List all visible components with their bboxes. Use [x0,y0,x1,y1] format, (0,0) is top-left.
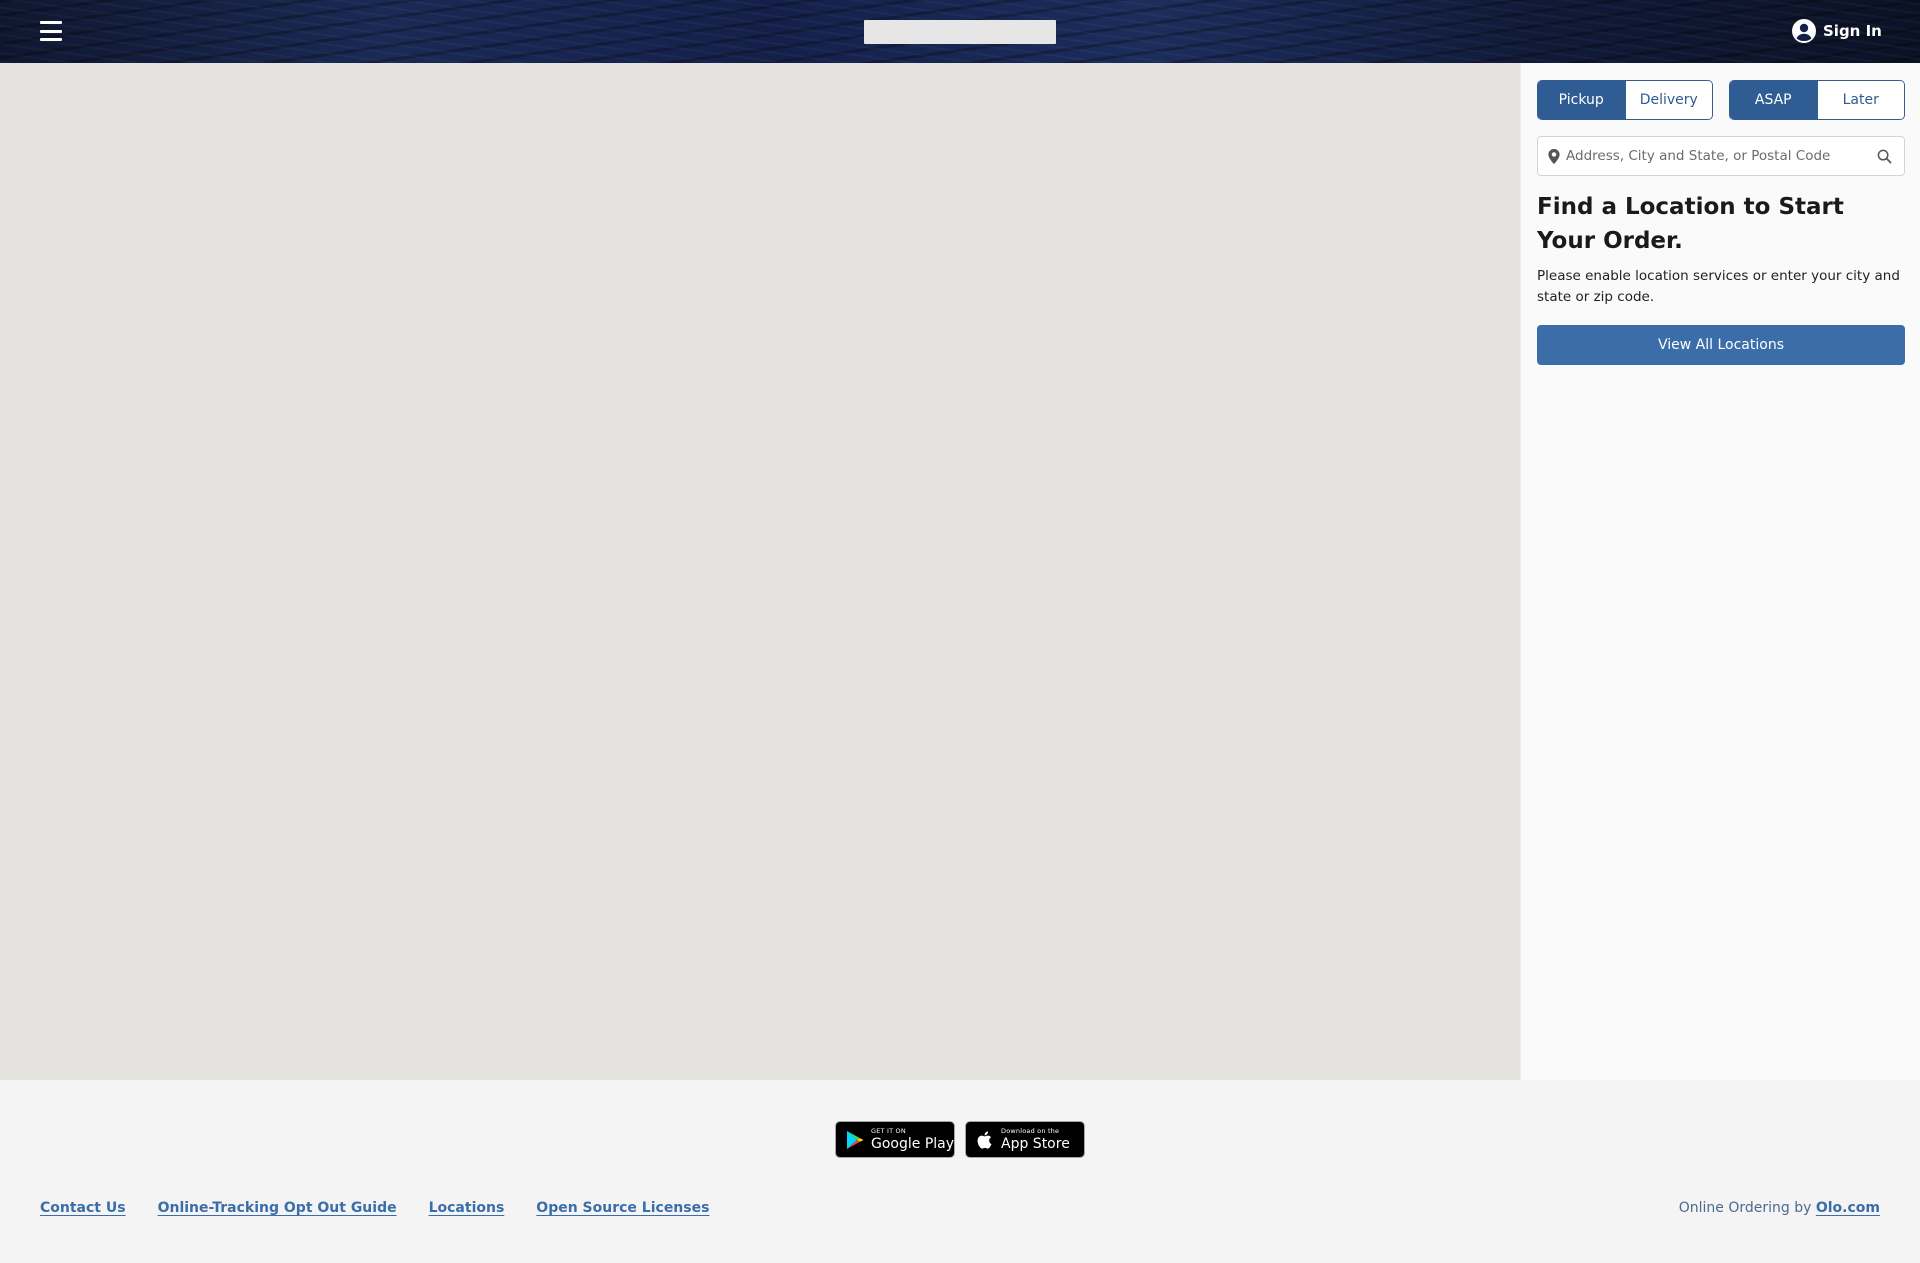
search-icon[interactable] [1877,149,1892,164]
user-circle-icon [1792,19,1816,43]
hamburger-icon[interactable] [40,21,62,41]
panel-heading: Find a Location to Start Your Order. [1537,194,1844,254]
footer-links: Contact Us Online-Tracking Opt Out Guide… [40,1200,709,1216]
olo-credit: Online Ordering by Olo.com [1679,1200,1880,1216]
pickup-toggle[interactable]: Pickup [1538,81,1625,119]
view-all-locations-button[interactable]: View All Locations [1537,325,1905,365]
credit-prefix: Online Ordering by [1678,1200,1812,1216]
google-play-big-text: Google Play [871,1135,955,1152]
olo-link[interactable]: Olo.com [1816,1200,1880,1216]
app-store-big-text: App Store [1001,1135,1070,1152]
contact-us-link[interactable]: Contact Us [40,1200,126,1216]
google-play-badge[interactable]: GET IT ON Google Play [835,1121,955,1158]
tracking-opt-out-link[interactable]: Online-Tracking Opt Out Guide [158,1200,397,1216]
panel-instructions: Please enable location services or enter… [1537,268,1900,305]
sign-in-label: Sign In [1823,22,1882,40]
app-store-small-text: Download on the [1001,1127,1060,1136]
asap-toggle[interactable]: ASAP [1730,81,1817,119]
locations-link[interactable]: Locations [429,1200,505,1216]
site-footer: GET IT ON Google Play Download on the Ap… [0,1080,1920,1263]
sign-in-button[interactable]: Sign In [1792,19,1882,43]
map-area[interactable] [0,63,1520,1080]
address-search-input[interactable] [1566,148,1869,164]
map-pin-icon [1548,148,1560,164]
site-header: Sign In [0,0,1920,63]
handoff-toggle: Pickup Delivery [1537,80,1713,120]
delivery-toggle[interactable]: Delivery [1624,81,1712,119]
later-toggle[interactable]: Later [1816,81,1904,119]
google-play-icon [847,1130,864,1149]
timing-toggle: ASAP Later [1729,80,1905,120]
google-play-small-text: GET IT ON [871,1127,906,1136]
apple-icon [977,1130,992,1149]
open-source-licenses-link[interactable]: Open Source Licenses [536,1200,709,1216]
app-store-badge[interactable]: Download on the App Store [965,1121,1085,1158]
brand-logo[interactable] [864,20,1056,44]
location-panel: Pickup Delivery ASAP Later Find a Locati… [1520,63,1920,1080]
location-search [1537,136,1905,176]
